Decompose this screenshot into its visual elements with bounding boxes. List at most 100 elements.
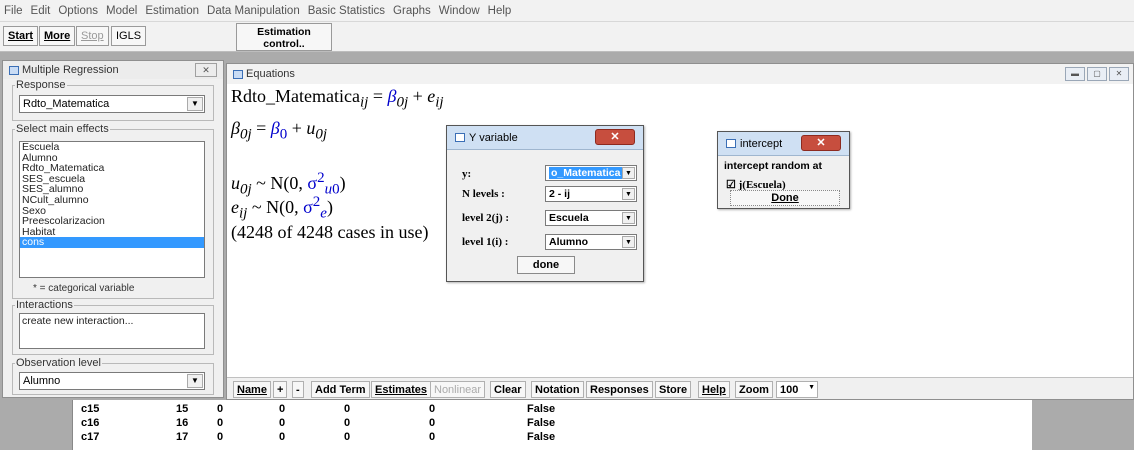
more-button[interactable]: More (39, 26, 76, 46)
menu-estimation[interactable]: Estimation (145, 5, 199, 17)
menu-help[interactable]: Help (488, 5, 512, 17)
close-icon[interactable]: ✕ (801, 135, 841, 151)
y-value: o_Matematica (549, 167, 623, 179)
zoom-value: 100 (780, 384, 799, 396)
menu-model[interactable]: Model (106, 5, 137, 17)
name-button[interactable]: Name (233, 381, 271, 398)
nlevels-value: 2 - ij (549, 188, 571, 200)
column-categorical: False (527, 403, 556, 415)
workspace-background (1032, 400, 1134, 450)
column-c: 0 (344, 431, 351, 443)
toolbar: Start More Stop IGLS (0, 22, 1134, 52)
zoom-select[interactable]: 100 ▼ (776, 381, 818, 398)
menu-options[interactable]: Options (58, 5, 98, 17)
zoom-label: Zoom (735, 381, 773, 398)
nlevels-select[interactable]: 2 - ij ▼ (545, 186, 637, 202)
add-term-button[interactable]: Add Term (311, 381, 370, 398)
categorical-note: * = categorical variable (33, 283, 135, 294)
interactions-list[interactable]: create new interaction... (19, 313, 205, 349)
start-button[interactable]: Start (3, 26, 39, 46)
close-icon[interactable]: ✕ (595, 129, 635, 145)
chevron-down-icon[interactable]: ▼ (622, 167, 635, 179)
chevron-down-icon[interactable]: ▼ (622, 188, 635, 200)
intercept-done-button[interactable]: Done (730, 190, 840, 206)
random-at-label: intercept random at (724, 160, 823, 172)
menu-basic-statistics[interactable]: Basic Statistics (308, 5, 385, 17)
menu-window[interactable]: Window (439, 5, 480, 17)
level2-equation[interactable]: β0j = β0 + u0j (231, 118, 327, 144)
close-icon[interactable]: ✕ (195, 63, 217, 77)
chevron-down-icon[interactable]: ▼ (808, 384, 815, 391)
e-distribution[interactable]: eij ~ N(0, σ2e) (231, 194, 333, 223)
column-c: 0 (344, 403, 351, 415)
window-icon (455, 133, 465, 142)
list-item[interactable]: Habitat (20, 227, 204, 238)
done-button[interactable]: done (517, 256, 575, 274)
chevron-down-icon[interactable]: ▼ (187, 97, 203, 111)
nonlinear-button[interactable]: Nonlinear (430, 381, 486, 398)
equations-title: Equations (246, 68, 295, 80)
menu-graphs[interactable]: Graphs (393, 5, 431, 17)
list-item-selected[interactable]: cons (20, 237, 204, 248)
chevron-down-icon[interactable]: ▼ (187, 374, 203, 388)
level1-value: Alumno (549, 236, 589, 248)
column-categorical: False (527, 431, 556, 443)
equations-titlebar: Equations (227, 64, 1133, 84)
level2-value: Escuela (549, 212, 589, 224)
column-b: 0 (279, 403, 286, 415)
menu-bar: File Edit Options Model Estimation Data … (0, 0, 1134, 22)
equations-window: Equations ▬ ▢ ✕ Rdto_Matematicaij = β0j … (226, 63, 1134, 400)
method-button[interactable]: IGLS (111, 26, 147, 46)
menu-data-manipulation[interactable]: Data Manipulation (207, 5, 300, 17)
level2-label: level 2(j) : (462, 212, 510, 224)
estimates-button[interactable]: Estimates (371, 381, 431, 398)
window-icon (726, 139, 736, 148)
y-select[interactable]: o_Matematica ▼ (545, 165, 637, 181)
add-button[interactable]: + (273, 381, 288, 398)
column-d: 0 (429, 417, 436, 429)
column-name: c17 (81, 431, 100, 443)
close-icon[interactable]: ✕ (1109, 67, 1129, 81)
create-interaction-item[interactable]: create new interaction... (20, 314, 204, 327)
minimize-icon[interactable]: ▬ (1065, 67, 1085, 81)
response-legend: Response (16, 79, 66, 91)
column-a: 0 (217, 417, 224, 429)
response-equation[interactable]: Rdto_Matematicaij = β0j + eij (231, 86, 444, 112)
response-select[interactable]: Rdto_Matematica ▼ (19, 95, 205, 113)
restore-icon[interactable]: ▢ (1087, 67, 1107, 81)
responses-button[interactable]: Responses (586, 381, 653, 398)
observation-level-legend: Observation level (16, 357, 101, 369)
column-b: 0 (279, 417, 286, 429)
chevron-down-icon[interactable]: ▼ (622, 236, 635, 248)
y-label: y: (462, 168, 472, 180)
window-icon (233, 69, 243, 79)
main-effects-list[interactable]: Escuela Alumno Rdto_Matematica SES_escue… (19, 141, 205, 278)
list-item[interactable]: NCult_alumno (20, 195, 204, 206)
equations-toolbar: Name + - Add Term Estimates Nonlinear Cl… (227, 377, 1133, 399)
remove-button[interactable]: - (292, 381, 304, 398)
notation-button[interactable]: Notation (531, 381, 584, 398)
interactions-legend: Interactions (16, 299, 73, 311)
estimation-control-button[interactable]: Estimation control.. (236, 23, 332, 51)
intercept-dialog: intercept ✕ intercept random at ☑ j(Escu… (717, 131, 850, 209)
help-button[interactable]: Help (698, 381, 730, 398)
column-a: 0 (217, 403, 224, 415)
mr-title: Multiple Regression (22, 64, 119, 76)
column-n: 16 (176, 417, 189, 429)
column-d: 0 (429, 431, 436, 443)
level2-select[interactable]: Escuela ▼ (545, 210, 637, 226)
clear-button[interactable]: Clear (490, 381, 526, 398)
stop-button[interactable]: Stop (76, 26, 109, 46)
menu-edit[interactable]: Edit (31, 5, 51, 17)
response-value: Rdto_Matematica (23, 98, 110, 110)
column-d: 0 (429, 403, 436, 415)
level1-select[interactable]: Alumno ▼ (545, 234, 637, 250)
observation-level-select[interactable]: Alumno ▼ (19, 372, 205, 390)
observation-level-value: Alumno (23, 375, 61, 387)
menu-file[interactable]: File (4, 5, 23, 17)
store-button[interactable]: Store (655, 381, 692, 398)
chevron-down-icon[interactable]: ▼ (622, 212, 635, 224)
data-table[interactable]: c15 15 0 0 0 0 False c16 16 0 0 0 0 Fals… (72, 400, 1032, 450)
column-a: 0 (217, 431, 224, 443)
list-item[interactable]: Escuela (20, 142, 204, 153)
